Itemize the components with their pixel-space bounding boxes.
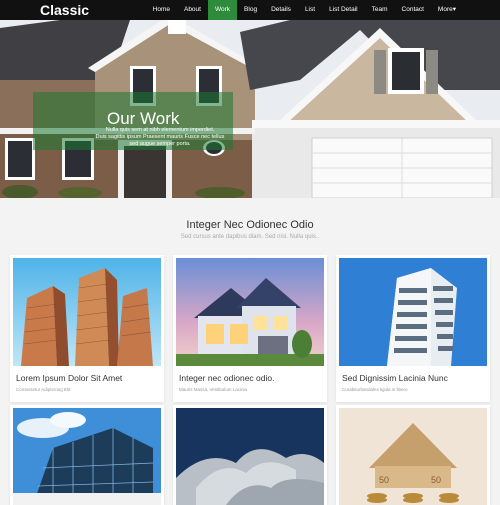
svg-text:50: 50 bbox=[431, 475, 441, 485]
card-image-glass-office-building bbox=[13, 408, 161, 505]
nav-item-about[interactable]: About bbox=[177, 0, 208, 20]
work-card-6[interactable]: 50 50 bbox=[336, 405, 490, 505]
brand-logo[interactable]: Classic bbox=[40, 1, 89, 19]
work-card-1[interactable]: Lorem Ipsum Dolor Sit Amet Consectetur A… bbox=[10, 255, 164, 402]
card-image-modern-apartment-tower bbox=[339, 258, 487, 366]
card-title[interactable]: Sed Dignissim Lacinia Nunc bbox=[342, 373, 448, 383]
work-card-4[interactable] bbox=[10, 405, 164, 505]
nav-item-list[interactable]: List bbox=[298, 0, 322, 20]
work-card-3[interactable]: Sed Dignissim Lacinia Nunc Curabiturband… bbox=[336, 255, 490, 402]
nav-item-work[interactable]: Work bbox=[207, 0, 238, 20]
nav-item-blog[interactable]: Blog bbox=[237, 0, 264, 20]
card-caption: Curabiturbandales ligula in libero bbox=[342, 387, 408, 392]
hero-title: Our Work bbox=[107, 109, 180, 128]
svg-text:50: 50 bbox=[379, 475, 389, 485]
work-card-5[interactable] bbox=[173, 405, 327, 505]
card-title[interactable]: Lorem Ipsum Dolor Sit Amet bbox=[16, 373, 122, 383]
card-image-euro-banknote-house-on-coins: 50 50 bbox=[339, 408, 487, 505]
card-caption: Mauris Massa, Vestibulum Lacinia bbox=[179, 387, 248, 392]
top-navbar: Classic Home About Work Blog Details Lis… bbox=[0, 0, 500, 20]
hero-banner: Our Work Nulla quis sem at nibh elementu… bbox=[0, 20, 500, 198]
hero-text-line-1: Nulla quis sem at nibh elementum imperdi… bbox=[105, 127, 215, 133]
chevron-down-icon: ▾ bbox=[452, 6, 456, 13]
nav-item-list-detail[interactable]: List Detail bbox=[322, 0, 365, 20]
card-image-curved-metal-architecture bbox=[176, 408, 324, 505]
card-title[interactable]: Integer nec odionec odio. bbox=[179, 373, 274, 383]
nav-item-team[interactable]: Team bbox=[365, 0, 395, 20]
section-subtitle: Sed cursus ante dapibus diam. Sed nisi. … bbox=[180, 234, 320, 240]
nav-menu: Home About Work Blog Details List List D… bbox=[146, 0, 463, 20]
nav-item-home[interactable]: Home bbox=[146, 0, 177, 20]
work-card-2[interactable]: Integer nec odionec odio. Mauris Massa, … bbox=[173, 255, 327, 402]
nav-item-more[interactable]: More▾ bbox=[431, 0, 463, 20]
card-image-suburban-house-dusk bbox=[176, 258, 324, 366]
hero-text-line-2: Duis sagittis ipsum Praesent mauris Fusc… bbox=[95, 134, 225, 140]
section-title: Integer Nec Odionec Odio bbox=[186, 219, 314, 231]
card-image-high-rise-towers bbox=[13, 258, 161, 366]
card-caption: Consectetur Adipisicing Elit bbox=[16, 387, 71, 392]
nav-item-details[interactable]: Details bbox=[264, 0, 298, 20]
hero-text-line-3: sed augue semper porta. bbox=[129, 141, 191, 147]
nav-item-more-label: More bbox=[437, 6, 453, 13]
nav-item-contact[interactable]: Contact bbox=[395, 0, 431, 20]
